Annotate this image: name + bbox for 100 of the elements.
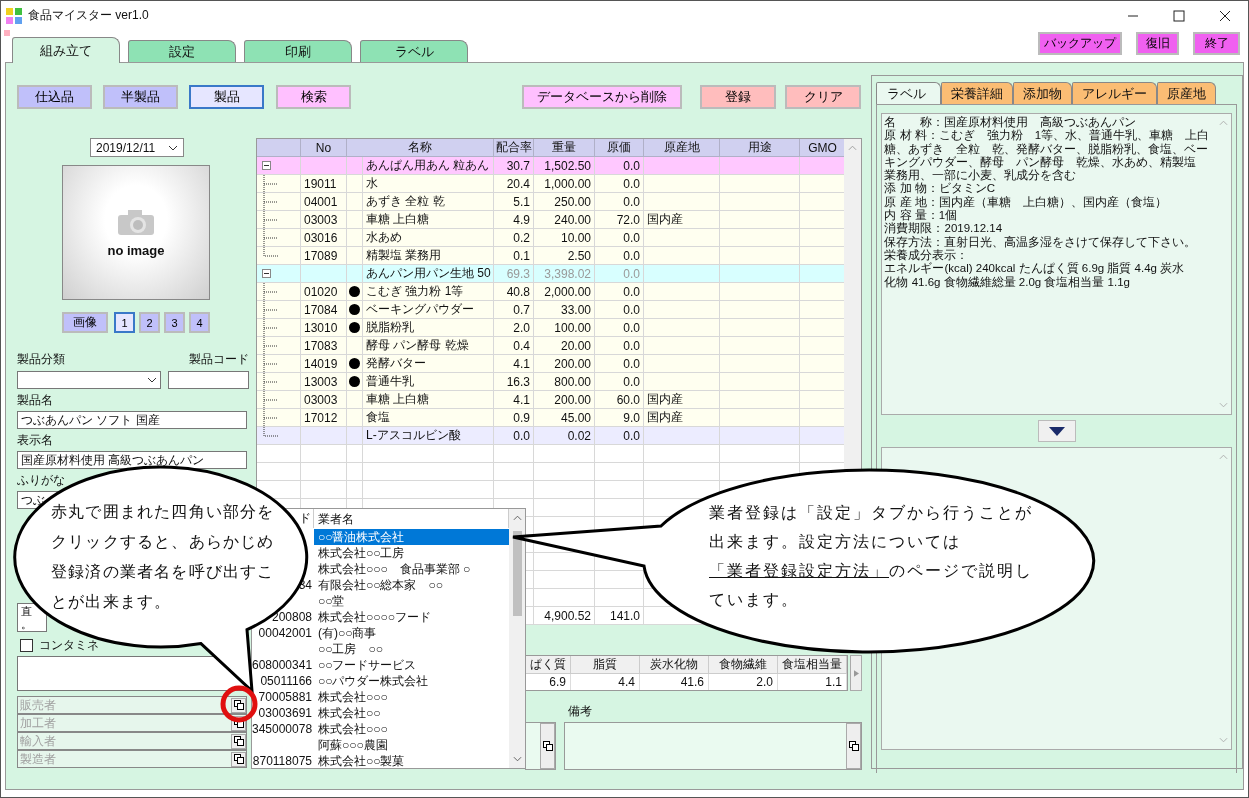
mode-button[interactable]: 半製品 (103, 85, 178, 109)
label-text-line: 内 容 量：1個 (884, 209, 959, 222)
ingredient-row[interactable]: 03016 水あめ 0.2 10.00 0.0 (257, 229, 844, 247)
mode-button[interactable]: 仕込品 (17, 85, 92, 109)
image-slot-button[interactable]: 4 (189, 312, 210, 333)
field-label: 備考 (568, 703, 593, 720)
ingredient-row[interactable]: 17083 酵母 パン酵母 乾燥 0.4 20.00 0.0 (257, 337, 844, 355)
table-cell: 4.4 (571, 674, 640, 690)
vendor-option[interactable]: ○○フードサービス (314, 657, 509, 673)
table-cell: 41.6 (640, 674, 709, 690)
label-text-line: エネルギー(kcal) 240kcal たんぱく質 6.9g 脂質 4.4g 炭水 (884, 262, 1186, 276)
checkbox-label: コンタミネ (39, 636, 99, 654)
image-slot-button[interactable]: 3 (164, 312, 185, 333)
label-text-line: 保存方法：直射日光、高温多湿をさけて保存して下さい。 (884, 235, 1198, 249)
vendor-option[interactable]: 株式会社○○ (314, 705, 509, 721)
vendor-option[interactable]: ○○工房 ○○ (314, 641, 509, 657)
ingredient-row[interactable]: 17084 ベーキングパウダー 0.7 33.00 0.0 (257, 301, 844, 319)
column-header: 原価 (595, 139, 644, 157)
toolbar-button[interactable]: データベースから削除 (522, 85, 682, 109)
vendor-code: 345000078 (252, 722, 313, 736)
field-label: 製品コード (189, 351, 249, 368)
callout-text: 登録済の業者名を呼び出すこ (51, 562, 275, 582)
ingredient-row[interactable]: 04001 あずき 全粒 乾 5.1 250.00 0.0 (257, 193, 844, 211)
panel-tab[interactable]: アレルギー (1072, 82, 1158, 104)
label-text-line: 原 産 地：国内産（車糖 上白糖）、国内産（食塩） (884, 195, 1168, 209)
vendor-option[interactable]: ○○堂 (314, 593, 509, 609)
header-button[interactable]: バックアップ (1038, 32, 1122, 55)
vendor-option[interactable]: 阿蘇○○○農園 (314, 737, 509, 753)
callout-text: 業者登録は「設定」タブから行うことが出来ます。設定方法については 「業者登録設定方法」のページで説明しています。 (709, 503, 1034, 610)
memo-text: 直 (21, 605, 32, 618)
group-row[interactable]: あんぱん用あん 粒あん 30.7 1,502.50 0.0 (257, 157, 844, 175)
label-text-line: 原 材 料：こむぎ 強力粉 1等、水、普通牛乳、車糖 上白 (884, 129, 1211, 143)
ingredient-row[interactable]: 03003 車糖 上白糖 4.9 240.00 72.0 国内産 (257, 211, 844, 229)
header-button[interactable]: 終了 (1193, 32, 1240, 55)
column-header: No (301, 139, 347, 157)
table-cell: L-アスコルビン酸 (363, 427, 494, 445)
label-text-line: 栄養成分表示： (884, 248, 970, 262)
vendor-option[interactable]: 株式会社○○工房 (314, 545, 509, 561)
help-link[interactable]: 「業者登録設定方法」 (709, 562, 889, 579)
header-button[interactable]: 復旧 (1136, 32, 1179, 55)
panel-tab[interactable]: 栄養詳細 (941, 82, 1014, 104)
toolbar-button[interactable]: 登録 (700, 85, 776, 109)
toolbar-button[interactable]: クリア (785, 85, 861, 109)
ingredient-row[interactable]: 19011 水 20.4 1,000.00 0.0 (257, 175, 844, 193)
table-cell: 0.0 (494, 427, 534, 445)
label-text-line: 名 称：国産原材料使用 高級つぶあんパン (884, 116, 1138, 130)
callout-text: 赤丸で囲まれた四角い部分を (51, 502, 275, 522)
placeholder-text: no image (107, 243, 165, 258)
vendor-option[interactable]: ○○パウダー株式会社 (314, 673, 509, 689)
column-header: ぱく質 (526, 656, 571, 674)
main-tab[interactable]: 設定 (128, 40, 236, 62)
vendor-code: 70005881 (258, 690, 312, 704)
date-picker[interactable]: 2019/12/11 (90, 138, 184, 157)
vendor-option[interactable]: 有限会社○○総本家 ○○ (314, 577, 509, 593)
table-cell: 2.0 (709, 674, 778, 690)
label-text-line: 業務用、一部に小麦、乳成分を含む (884, 169, 1078, 182)
image-slot-button[interactable]: 2 (139, 312, 160, 333)
toolbar-button[interactable]: 検索 (276, 85, 351, 109)
vendor-option[interactable]: ○○醤油株式会社 (314, 529, 509, 545)
column-header: 配合率 (494, 139, 534, 157)
total-cell: 4,900.52 (534, 607, 595, 625)
total-cell: 141.0 (595, 607, 644, 625)
column-header: 食物繊維 (709, 656, 778, 674)
ingredient-row[interactable]: 01020 こむぎ 強力粉 1等 40.8 2,000.00 0.0 (257, 283, 844, 301)
main-tab[interactable]: 印刷 (244, 40, 352, 62)
vendor-option[interactable]: 株式会社○○製菓 (314, 753, 509, 769)
mode-button[interactable]: 製品 (189, 85, 264, 109)
ingredient-row[interactable]: 17012 食塩 0.9 45.00 9.0 国内産 (257, 409, 844, 427)
callout-text: クリックすると、あらかじめ (51, 532, 275, 552)
ingredient-row[interactable]: 03003 車糖 上白糖 4.1 200.00 60.0 国内産 (257, 391, 844, 409)
callout-text: とが出来ます。 (51, 592, 172, 612)
ingredient-row[interactable]: 14019 発酵バター 4.1 200.00 0.0 (257, 355, 844, 373)
panel-tab[interactable]: 原産地 (1157, 82, 1217, 104)
field-label: 表示名 (17, 432, 54, 449)
ingredient-row[interactable]: 17089 精製塩 業務用 0.1 2.50 0.0 (257, 247, 844, 265)
ingredient-row[interactable]: L-アスコルビン酸 0.0 0.02 0.0 (257, 427, 844, 445)
image-slot-button[interactable]: 1 (114, 312, 135, 333)
image-button[interactable]: 画像 (62, 312, 108, 333)
column-header: 食塩相当量 (778, 656, 847, 674)
ingredient-row[interactable]: 13003 普通牛乳 16.3 800.00 0.0 (257, 373, 844, 391)
vendor-code: 00042001 (258, 626, 312, 640)
main-tab[interactable]: ラベル (360, 40, 468, 62)
vendor-option[interactable]: 株式会社○○○○フード (314, 609, 509, 625)
main-tab[interactable]: 組み立て (12, 37, 120, 63)
ingredient-row[interactable]: 13010 脱脂粉乳 2.0 100.00 0.0 (257, 319, 844, 337)
group-row[interactable]: あんパン用パン生地 50 69.3 3,398.02 0.0 (257, 265, 844, 283)
panel-tab[interactable]: 添加物 (1013, 82, 1073, 104)
column-header: 原産地 (644, 139, 720, 157)
label-text-line: キングパウダー、酵母 パン酵母 乾燥、水あめ、精製塩 (884, 155, 1198, 169)
panel-tab[interactable]: ラベル (876, 82, 942, 104)
vendor-option[interactable]: 株式会社○○○ (314, 721, 509, 737)
column-header: 脂質 (571, 656, 640, 674)
vendor-option[interactable]: 株式会社○○○ 食品事業部 ○ (314, 561, 509, 577)
vendor-code: 608000341 (252, 658, 313, 672)
vendor-option[interactable]: (有)○○商事 (314, 625, 509, 641)
table-cell: 1.1 (778, 674, 847, 690)
product-name-field[interactable]: つぶあんパン ソフト 国産 (17, 411, 247, 429)
vendor-code: 200808 (271, 610, 312, 624)
vendor-option[interactable]: 株式会社○○○ (314, 689, 509, 705)
display-name-field[interactable]: 国産原材料使用 高級つぶあんパン (17, 451, 247, 469)
